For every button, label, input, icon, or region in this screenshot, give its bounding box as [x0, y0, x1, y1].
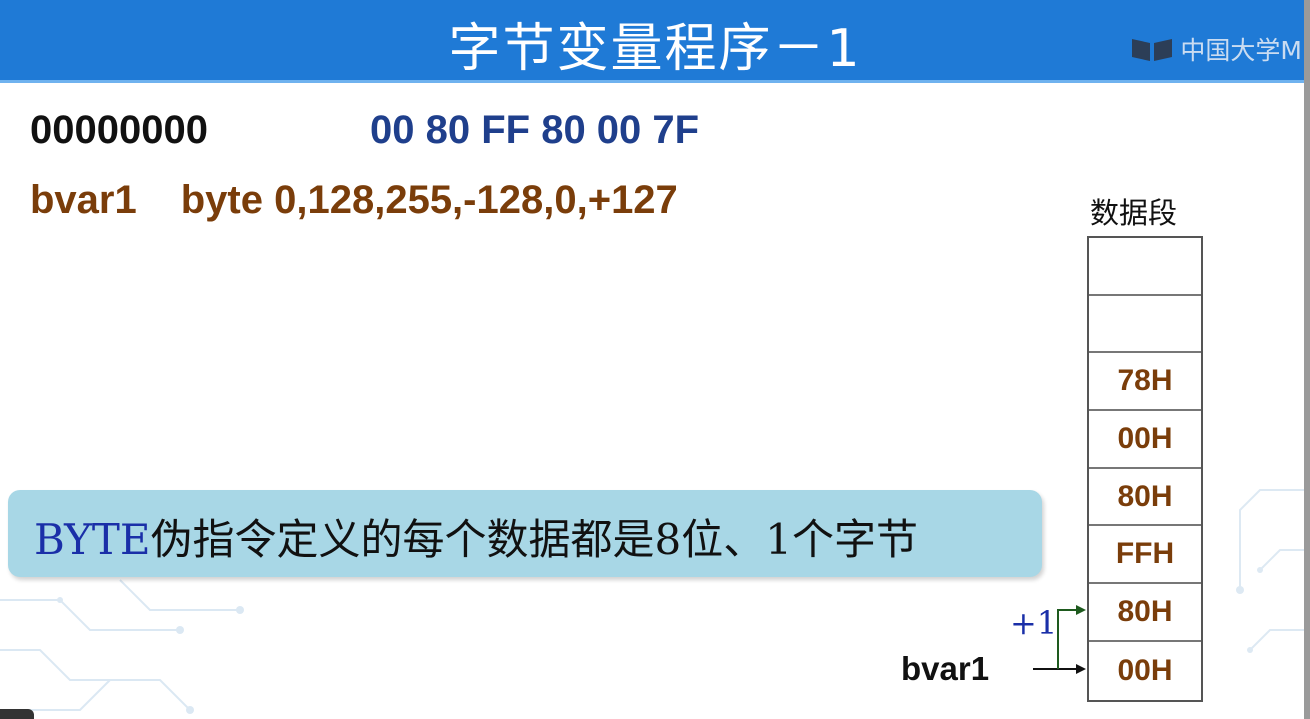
increment-arrow [1057, 605, 1086, 669]
circuit-decoration-right [1236, 489, 1310, 653]
memory-cell [1089, 238, 1201, 296]
memory-cell: 78H [1089, 353, 1201, 412]
note-description: 伪指令定义的每个数据都是8位、1个字节 [150, 515, 918, 564]
memory-cell: 00H [1089, 411, 1201, 469]
slide: 字节变量程序－1 中国大学M 00000000 00 80 FF 80 00 7… [0, 0, 1310, 719]
window-edge [1304, 0, 1310, 719]
corner-badge [0, 709, 34, 719]
address-zeros: 00000000 [30, 108, 208, 152]
logo-text: 中国大学M [1180, 36, 1302, 65]
data-segment-label: 数据段 [1090, 196, 1178, 230]
memory-cell [1089, 296, 1201, 354]
memory-cell: FFH [1089, 526, 1201, 585]
memory-cell: 80H [1089, 469, 1201, 527]
logo: 中国大学M [1130, 32, 1302, 66]
memory-cell: 00H [1117, 653, 1173, 687]
slide-title: 字节变量程序－1 [448, 19, 862, 79]
memory-table: 78H 00H 80H FFH 80H 00H [1087, 236, 1203, 702]
pointer-label: bvar1 [901, 650, 990, 687]
memory-cell: 80H [1089, 584, 1201, 642]
title-bar: 字节变量程序－1 中国大学M [0, 0, 1310, 83]
circuit-decoration [0, 579, 244, 714]
pointer-arrow [1033, 664, 1086, 674]
variable-name: bvar1 [30, 178, 137, 222]
increment-label: +1 [1010, 604, 1058, 642]
note-callout: BYTE伪指令定义的每个数据都是8位、1个字节 [8, 490, 1042, 577]
book-logo-icon [1132, 39, 1173, 61]
byte-statement: byte 0,128,255,-128,0,+127 [180, 178, 678, 222]
binary-hex-line: 00000000 00 80 FF 80 00 7F [30, 108, 699, 153]
hex-bytes: 00 80 FF 80 00 7F [370, 108, 700, 152]
note-text: BYTE伪指令定义的每个数据都是8位、1个字节 [34, 506, 918, 567]
note-keyword: BYTE [34, 515, 151, 564]
definition-line: bvar1 byte 0,128,255,-128,0,+127 [30, 178, 678, 223]
